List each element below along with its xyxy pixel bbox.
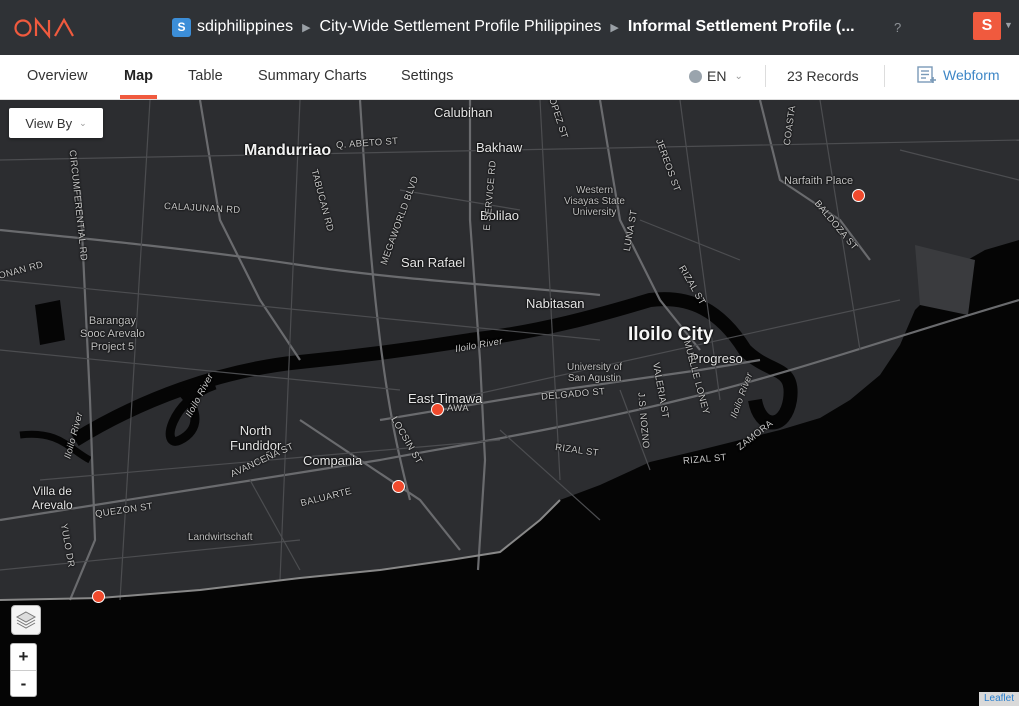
user-avatar[interactable]: S [973,12,1001,40]
tab-bar: Overview Map Table Summary Charts Settin… [0,55,1019,100]
chevron-down-icon: ⌄ [79,117,87,128]
map-base [0,100,1019,706]
map-label-compania: Compania [303,453,363,468]
map-label-calubihan: Calubihan [434,105,493,120]
map-marker[interactable] [430,402,444,416]
tab-map[interactable]: Map [120,55,157,99]
records-count: 23 Records [787,68,859,84]
map-label-east-timawa: East Timawa [408,391,483,406]
map-label-usa: University of San Agustin [567,362,623,384]
project-badge-icon: S [172,17,191,37]
top-bar: S sdiphilippines ▶ City-Wide Settlement … [0,0,1019,55]
zoom-in-button[interactable]: + [11,644,36,670]
map-label-villa-de-arevalo: Villa de Arevalo [32,484,73,512]
webform-label: Webform [943,67,1000,83]
ona-logo[interactable] [14,17,74,39]
tab-settings[interactable]: Settings [401,55,453,99]
leaflet-attribution-link[interactable]: Leaflet [978,692,1019,706]
map-marker[interactable] [851,188,865,202]
map-label-san-rafael: San Rafael [401,255,466,270]
webform-link[interactable]: Webform [917,66,1000,84]
breadcrumb-project[interactable]: City-Wide Settlement Profile Philippines [320,18,602,36]
map-label-awa: AWA [447,403,469,414]
map-label-narfaith-place: Narfaith Place [784,175,854,187]
map-marker[interactable] [391,479,405,493]
map-view[interactable]: Calubihan Mandurriao Bakhaw Bolilao San … [0,100,1019,706]
globe-icon [689,69,702,83]
layers-button[interactable] [11,605,41,635]
map-marker[interactable] [91,589,105,603]
chevron-down-icon[interactable]: ▼ [1004,20,1013,30]
webform-icon [917,66,936,83]
divider [765,65,766,87]
map-label-iloilo-city: Iloilo City [628,324,714,345]
zoom-control: + - [10,643,37,697]
chevron-down-icon: ⌄ [734,70,743,82]
view-by-dropdown[interactable]: View By ⌄ [9,108,103,138]
map-label-barangay-sooc: Barangay Sooc Arevalo Project 5 [80,315,145,353]
tab-table[interactable]: Table [188,55,223,99]
breadcrumb-form[interactable]: Informal Settlement Profile (... [628,18,855,36]
breadcrumb-owner[interactable]: sdiphilippines [197,18,293,36]
view-by-label: View By [25,115,73,131]
map-label-wvsu: Western Visayas State University [564,185,625,218]
zoom-out-button[interactable]: - [11,670,36,696]
map-label-landwirtschaft: Landwirtschaft [188,532,253,543]
tab-overview[interactable]: Overview [27,55,87,99]
divider [884,65,885,87]
help-icon[interactable]: ? [894,20,901,35]
tab-summary-charts[interactable]: Summary Charts [258,55,367,99]
map-label-mandurriao: Mandurriao [244,142,332,159]
breadcrumb: S sdiphilippines ▶ City-Wide Settlement … [172,15,855,39]
layers-icon [15,611,37,629]
breadcrumb-separator-icon: ▶ [610,21,619,34]
language-label: EN [707,68,727,84]
language-selector[interactable]: EN ⌄ [689,68,743,84]
map-label-nabitasan: Nabitasan [526,296,585,311]
map-label-bakhaw: Bakhaw [476,140,523,155]
breadcrumb-separator-icon: ▶ [302,21,311,34]
